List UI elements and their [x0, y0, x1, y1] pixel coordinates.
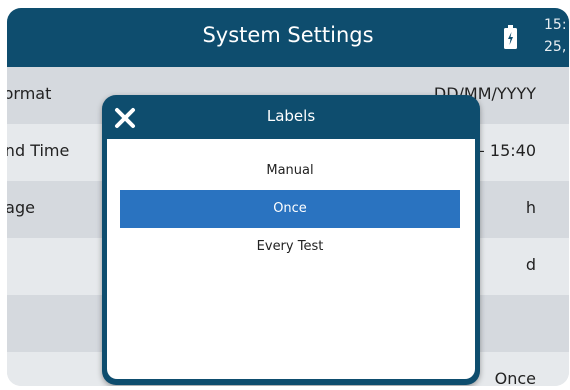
time-text: 15: — [544, 17, 567, 33]
top-bar: System Settings 15: 25, — [7, 8, 569, 67]
dialog-body: Manual Once Every Test — [107, 139, 475, 379]
dialog-title: Labels — [266, 107, 316, 125]
option-manual[interactable]: Manual — [120, 152, 460, 190]
dialog-header: Labels — [102, 95, 480, 137]
date-text: 25, — [544, 39, 567, 55]
setting-value: h — [525, 198, 536, 217]
labels-dialog: Labels Manual Once Every Test — [102, 95, 480, 385]
setting-label: uage — [7, 198, 35, 217]
setting-label: Format — [7, 84, 52, 103]
setting-value: d — [525, 255, 536, 274]
setting-label: and Time — [7, 141, 70, 160]
option-every-test[interactable]: Every Test — [120, 228, 460, 266]
device-screen: System Settings 15: 25, Format DD/MM/YYY… — [7, 8, 569, 386]
option-once[interactable]: Once — [120, 190, 460, 228]
setting-value: – 15:40 — [476, 141, 536, 160]
clock: 15: 25, — [544, 14, 567, 58]
setting-value: Once — [494, 369, 536, 386]
page-title: System Settings — [202, 23, 374, 47]
battery-charging-icon — [504, 25, 517, 49]
